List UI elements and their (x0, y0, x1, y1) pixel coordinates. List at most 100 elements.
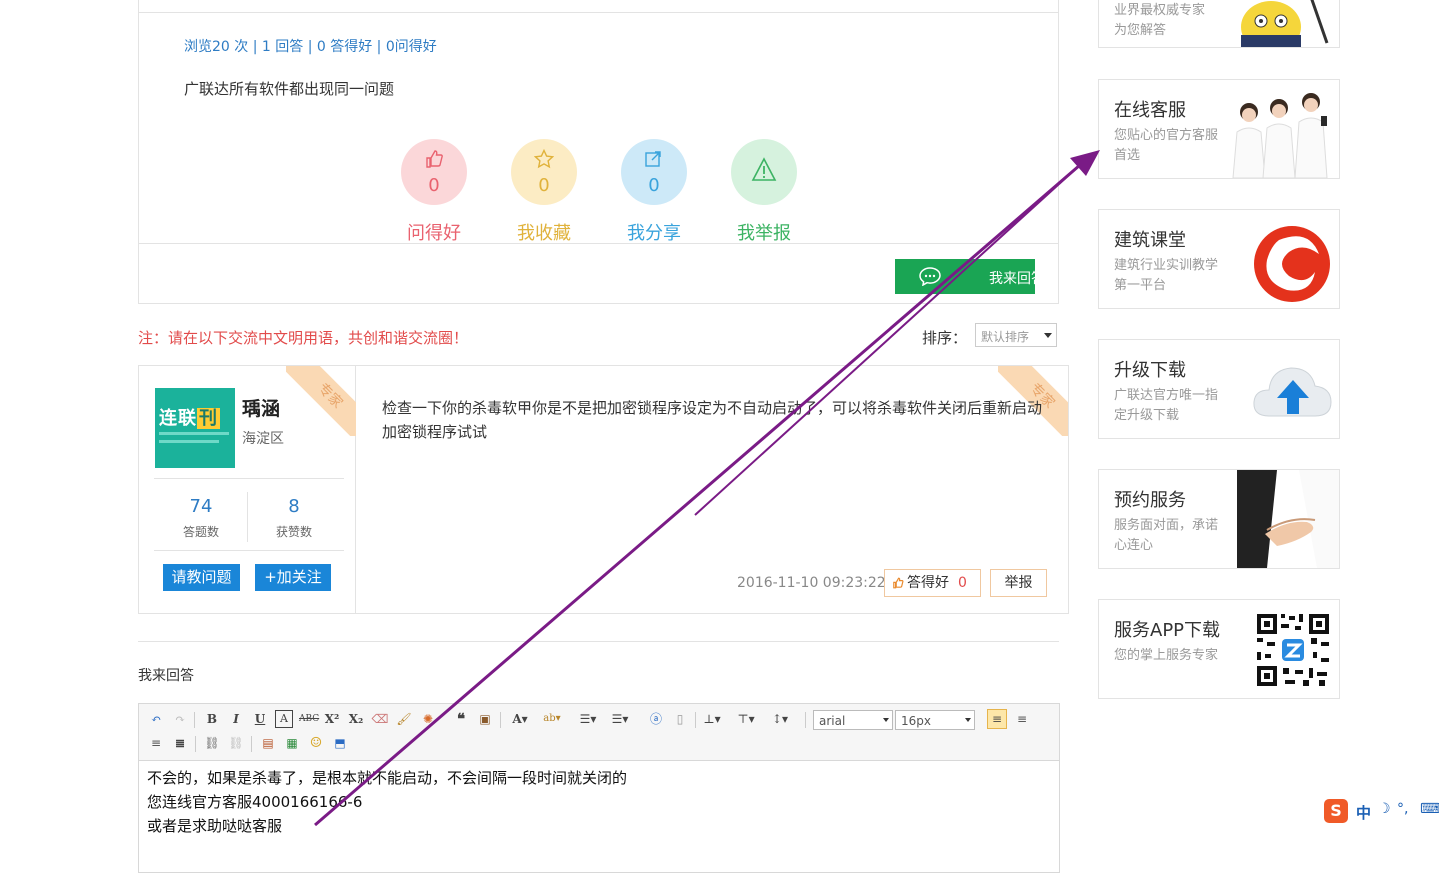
blockquote-icon[interactable]: ❝ (452, 710, 470, 728)
link-anchor-icon[interactable]: ⓐ (647, 710, 665, 728)
user-name[interactable]: 瑀涵 (242, 394, 280, 421)
report-button[interactable]: 我举报 (730, 139, 798, 245)
clear-doc-icon[interactable]: ▯ (671, 710, 689, 728)
answer-button-label: 我来回答 (989, 271, 1035, 287)
ordered-list-icon[interactable]: ☰▾ (579, 710, 597, 728)
chevron-down-icon (965, 718, 971, 722)
customer-service-staff-icon (1232, 93, 1328, 178)
font-family-value: arial (819, 714, 846, 728)
divider (247, 492, 248, 542)
answers-count: 74 (189, 496, 213, 517)
align-center-icon[interactable]: ≡ (1013, 710, 1031, 728)
eraser-icon[interactable]: ⌫ (371, 710, 389, 728)
auto-format-icon[interactable]: ✺ (419, 710, 437, 728)
undo-icon[interactable]: ↶ (147, 710, 165, 728)
favorite-label: 我收藏 (517, 223, 571, 244)
answer-text: 检查一下你的杀毒软甲你是不是把加密锁程序设定为不自动启动了，可以将杀毒软件关闭后… (382, 399, 1043, 441)
redo-icon[interactable]: ↷ (171, 710, 189, 728)
likes-stat: 8 获赞数 (249, 496, 339, 540)
content-line: 不会的，如果是杀毒了，是根本就不能启动，不会间隔一段时间就关闭的 (147, 769, 628, 787)
share-icon: 0 (621, 139, 687, 205)
italic-icon[interactable]: I (227, 710, 245, 728)
attachment-icon[interactable]: ⬒ (331, 734, 349, 752)
card-subtitle: 服务面对面，承诺心连心 (1114, 518, 1219, 553)
align-left-icon[interactable]: ≡ (987, 709, 1007, 729)
chevron-down-icon (883, 718, 889, 722)
strikethrough-icon[interactable]: ABC (299, 710, 319, 728)
report-label: 我举报 (737, 223, 791, 244)
row-spacing-top-icon[interactable]: ⊥▾ (703, 710, 721, 728)
rich-text-editor[interactable]: ↶ ↷ B I U A ABC X² X₂ ⌫ 🖌 ✺ ❝ ▣ A▾ ab▾ ☰… (138, 703, 1060, 873)
warning-icon (731, 139, 797, 205)
favorite-button[interactable]: 0 我收藏 (510, 139, 578, 245)
expert-answer-card[interactable]: 业界最权威专家 为您解答 (1098, 0, 1340, 48)
answers-label: 答题数 (182, 525, 219, 539)
line-height-icon[interactable]: ↕▾ (771, 710, 789, 728)
answer-button[interactable]: 我来回答 (895, 259, 1035, 294)
my-answer-title: 我来回答 (138, 668, 194, 684)
handshake-icon (1237, 470, 1339, 568)
card-title: 建筑课堂 (1114, 230, 1186, 251)
font-family-select[interactable]: arial (813, 710, 893, 730)
sort-select[interactable]: 默认排序 (975, 323, 1057, 347)
row-spacing-bottom-icon[interactable]: ⊤▾ (737, 710, 755, 728)
follow-button[interactable]: +加关注 (255, 564, 331, 591)
upgrade-download-card[interactable]: 升级下载 广联达官方唯一指定升级下载 (1098, 339, 1340, 439)
user-location: 海淀区 (242, 431, 284, 447)
answer-good-count: 0 (958, 575, 967, 591)
divider (139, 12, 1058, 13)
underline-icon[interactable]: U (251, 710, 269, 728)
card-subtitle: 业界最权威专家 为您解答 (1114, 1, 1222, 41)
expert-ribbon: 专家 (286, 366, 356, 436)
editor-content[interactable]: 不会的，如果是杀毒了，是根本就不能启动，不会间隔一段时间就关闭的 您连线官方客服… (147, 766, 627, 838)
card-title: 在线客服 (1114, 100, 1186, 121)
answer-good-button[interactable]: 答得好 0 (884, 569, 981, 597)
class-logo-icon (1254, 226, 1330, 302)
font-border-icon[interactable]: A (275, 710, 293, 728)
appointment-service-card[interactable]: 预约服务 服务面对面，承诺心连心 (1098, 469, 1340, 569)
likes-label: 获赞数 (275, 525, 312, 539)
ask-good-button[interactable]: 0 问得好 (400, 139, 468, 245)
divider (154, 478, 344, 479)
building-class-card[interactable]: 建筑课堂 建筑行业实训教学第一平台 (1098, 209, 1340, 309)
bold-icon[interactable]: B (203, 710, 221, 728)
card-subtitle-line: 为您解答 (1114, 23, 1167, 38)
format-painter-icon[interactable]: 🖌 (395, 710, 413, 728)
online-service-card[interactable]: 在线客服 您贴心的官方客服首选 (1098, 79, 1340, 179)
answer-report-button[interactable]: 举报 (990, 569, 1047, 597)
emoticon-icon[interactable]: ☺ (307, 734, 325, 752)
avatar[interactable]: 连联刊 (155, 388, 235, 468)
unlink-icon[interactable]: ⛓ (227, 734, 245, 752)
answer-card: 专家 连联刊 瑀涵 海淀区 74 答题数 8 获赞数 请教问题 +加关注 专家 … (138, 365, 1069, 614)
share-label: 我分享 (627, 223, 681, 244)
card-subtitle: 广联达官方唯一指定升级下载 (1114, 388, 1219, 423)
superscript-icon[interactable]: X² (323, 710, 341, 728)
share-button[interactable]: 0 我分享 (620, 139, 688, 245)
sogou-logo-icon: S (1324, 799, 1348, 823)
font-size-value: 16px (901, 714, 931, 728)
sort-selected: 默认排序 (981, 330, 1030, 344)
align-right-icon[interactable]: ≡ (147, 734, 165, 752)
font-size-select[interactable]: 16px (895, 710, 975, 730)
content-line: 您连线官方客服4000166166-6 (147, 793, 363, 811)
paste-plain-icon[interactable]: ▣ (476, 710, 494, 728)
ask-question-button[interactable]: 请教问题 (163, 564, 240, 591)
unordered-list-icon[interactable]: ☰▾ (611, 710, 629, 728)
subscript-icon[interactable]: X₂ (347, 710, 365, 728)
logo-text: 连联 (159, 408, 197, 429)
moon-icon: ☽ (1378, 801, 1391, 817)
font-color-icon[interactable]: A▾ (511, 710, 529, 728)
link-icon[interactable]: ⛓ (203, 734, 221, 752)
star-icon: 0 (511, 139, 577, 205)
user-profile: 专家 连联刊 瑀涵 海淀区 74 答题数 8 获赞数 请教问题 +加关注 (142, 366, 356, 613)
answers-stat: 74 答题数 (156, 496, 246, 540)
divider (138, 641, 1059, 642)
highlight-icon[interactable]: ab▾ (543, 710, 561, 728)
align-justify-icon[interactable]: ≣ (171, 734, 189, 752)
multi-image-icon[interactable]: ▦ (283, 734, 301, 752)
question-stats: 浏览20 次 | 1 回答 | 0 答得好 | 0问得好 (184, 39, 437, 55)
app-download-card[interactable]: 服务APP下载 您的掌上服务专家 (1098, 599, 1340, 699)
image-icon[interactable]: ▤ (259, 734, 277, 752)
ime-toolbar[interactable]: S 中 ☽ °, ⌨ (1322, 798, 1439, 824)
card-subtitle: 您的掌上服务专家 (1114, 648, 1219, 663)
